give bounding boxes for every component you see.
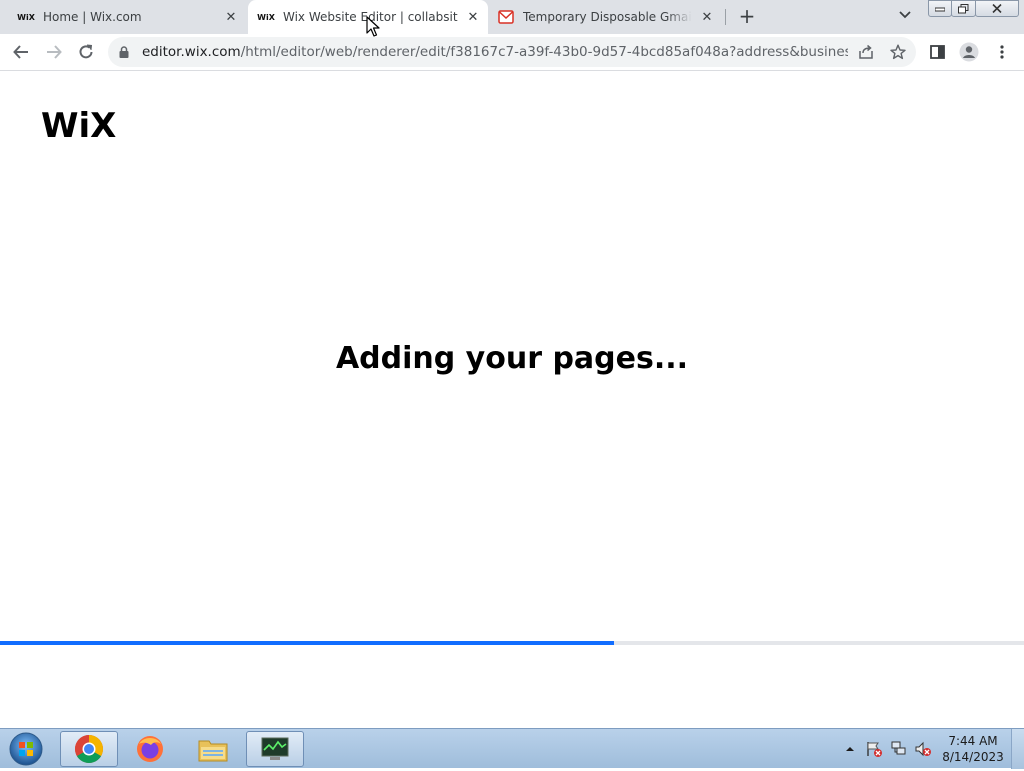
clock-date: 8/14/2023 [942,750,1004,764]
wix-favicon-icon: WiX [17,12,35,22]
tab-separator [725,9,726,25]
gmail-envelope-icon [498,9,514,25]
url-text: editor.wix.com/html/editor/web/renderer/… [142,44,848,60]
browser-toolbar: editor.wix.com/html/editor/web/renderer/… [0,34,1024,71]
tab-search-chevron-icon[interactable] [895,8,915,26]
minimize-button[interactable] [928,0,952,17]
network-icon[interactable] [890,729,908,769]
taskbar-system-monitor-icon[interactable] [246,731,304,767]
side-panel-icon[interactable] [925,40,949,64]
show-desktop-button[interactable] [1011,729,1024,769]
loading-progress-fill [0,641,615,645]
windows-taskbar: 7:44 AM 8/14/2023 [0,728,1024,769]
taskbar-chrome-icon[interactable] [60,731,118,767]
tab-strip: WiX Home | Wix.com ✕ WiX Wix Website Edi… [0,0,1024,34]
lock-icon [119,46,129,58]
reload-icon[interactable] [74,40,98,64]
taskbar-file-explorer-icon[interactable] [184,731,242,767]
window-close-button[interactable] [975,0,1019,17]
back-arrow-icon[interactable] [9,40,33,64]
forward-arrow-icon[interactable] [42,40,66,64]
profile-avatar-icon[interactable] [957,40,981,64]
kebab-menu-icon[interactable] [990,40,1014,64]
url-domain: editor.wix.com [142,44,241,60]
editor-loading-page: WiX Adding your pages... [0,71,1024,728]
action-center-flag-icon[interactable] [865,729,883,769]
mouse-cursor-icon [366,16,380,37]
start-button[interactable] [6,731,46,767]
wix-favicon-icon: WiX [257,12,275,22]
close-icon[interactable]: ✕ [698,8,716,26]
restore-button[interactable] [951,0,976,17]
tab-title: Home | Wix.com [43,10,142,24]
loading-progress-bar [0,641,1024,645]
taskbar-clock[interactable]: 7:44 AM 8/14/2023 [936,733,1010,765]
tab-home-wix[interactable]: WiX Home | Wix.com ✕ [8,0,246,34]
loading-message: Adding your pages... [335,341,689,376]
bookmark-star-icon[interactable] [888,42,908,62]
clock-time: 7:44 AM [948,734,998,748]
share-icon[interactable] [856,42,876,62]
new-tab-button[interactable]: + [736,6,758,28]
volume-muted-icon[interactable] [914,729,932,769]
url-path: /html/editor/web/renderer/edit/f38167c7-… [240,44,848,60]
address-bar[interactable]: editor.wix.com/html/editor/web/renderer/… [108,37,916,67]
show-hidden-icons-button[interactable] [845,729,855,769]
wix-logo: WiX [41,106,117,146]
tab-title: Temporary Disposable Gmail | Te [523,10,692,24]
close-icon[interactable]: ✕ [464,8,482,26]
taskbar-firefox-icon[interactable] [121,731,179,767]
close-icon[interactable]: ✕ [222,8,240,26]
tab-temp-gmail[interactable]: Temporary Disposable Gmail | Te ✕ [490,0,722,34]
